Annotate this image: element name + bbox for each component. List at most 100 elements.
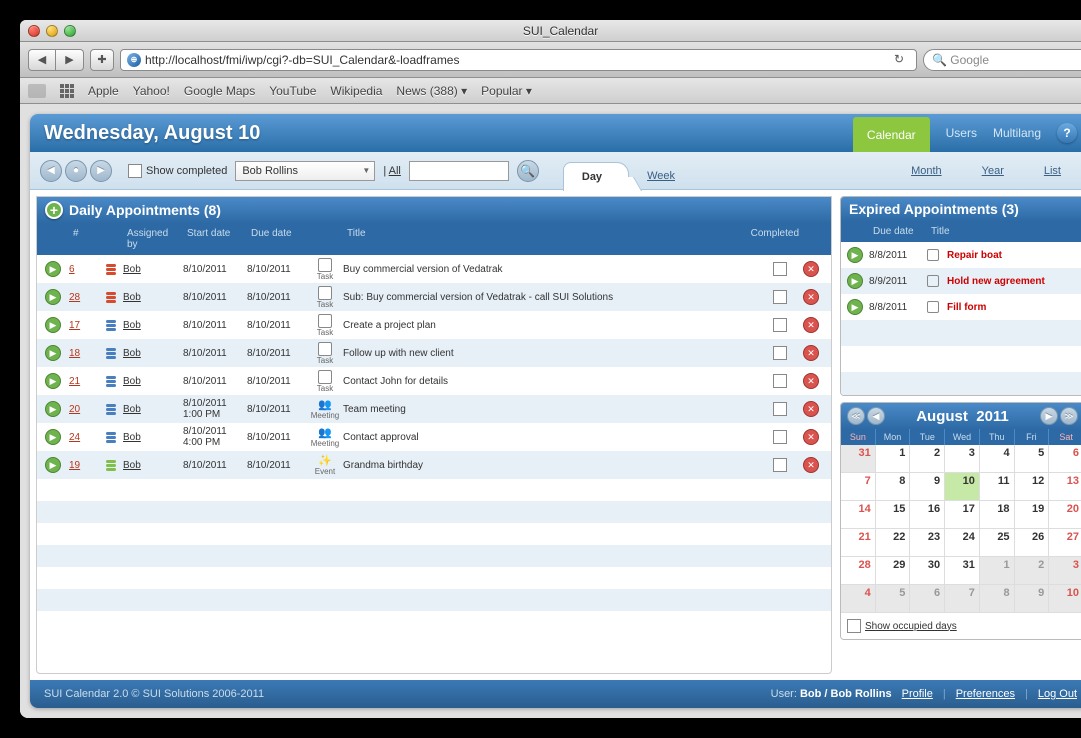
- profile-link[interactable]: Profile: [902, 688, 933, 700]
- cal-cell[interactable]: 1: [980, 557, 1015, 585]
- show-completed[interactable]: Show completed: [128, 164, 227, 178]
- tab-week[interactable]: Week: [629, 162, 701, 190]
- cal-cell[interactable]: 14: [841, 501, 876, 529]
- cal-next-year[interactable]: ≫: [1060, 407, 1078, 425]
- completed-checkbox[interactable]: [773, 290, 787, 304]
- logout-link[interactable]: Log Out: [1038, 688, 1077, 700]
- cal-cell[interactable]: 8: [876, 473, 911, 501]
- delete-button[interactable]: ✕: [803, 457, 819, 473]
- cal-cell[interactable]: 12: [1015, 473, 1050, 501]
- cal-cell[interactable]: 5: [1015, 445, 1050, 473]
- today-button[interactable]: ●: [65, 160, 87, 182]
- cal-cell[interactable]: 28: [841, 557, 876, 585]
- cal-cell[interactable]: 4: [980, 445, 1015, 473]
- cal-cell[interactable]: 7: [945, 585, 980, 613]
- book-icon[interactable]: [28, 84, 46, 98]
- all-link[interactable]: All: [389, 165, 401, 177]
- delete-button[interactable]: ✕: [803, 261, 819, 277]
- cal-cell[interactable]: 3: [945, 445, 980, 473]
- delete-button[interactable]: ✕: [803, 429, 819, 445]
- cal-cell[interactable]: 18: [980, 501, 1015, 529]
- open-row-button[interactable]: ▶: [45, 401, 61, 417]
- open-row-button[interactable]: ▶: [45, 457, 61, 473]
- open-row-button[interactable]: ▶: [45, 373, 61, 389]
- open-row-button[interactable]: ▶: [45, 345, 61, 361]
- preferences-link[interactable]: Preferences: [956, 688, 1015, 700]
- search-button[interactable]: 🔍: [517, 160, 539, 182]
- add-appointment-button[interactable]: +: [45, 201, 63, 219]
- bookmark-item[interactable]: News (388) ▾: [396, 84, 467, 98]
- nav-multilang[interactable]: Multilang: [993, 126, 1041, 140]
- assigned-by[interactable]: Bob: [123, 460, 183, 471]
- open-row-button[interactable]: ▶: [45, 317, 61, 333]
- cal-cell[interactable]: 10: [1049, 585, 1081, 613]
- assigned-by[interactable]: Bob: [123, 348, 183, 359]
- bookmark-item[interactable]: Apple: [88, 84, 119, 98]
- open-row-button[interactable]: ▶: [45, 261, 61, 277]
- completed-checkbox[interactable]: [773, 402, 787, 416]
- back-button[interactable]: ◀: [28, 49, 56, 71]
- cal-cell[interactable]: 3: [1049, 557, 1081, 585]
- cal-cell[interactable]: 22: [876, 529, 911, 557]
- cal-cell[interactable]: 29: [876, 557, 911, 585]
- cal-cell[interactable]: 11: [980, 473, 1015, 501]
- cal-cell[interactable]: 16: [910, 501, 945, 529]
- cal-cell[interactable]: 8: [980, 585, 1015, 613]
- open-row-button[interactable]: ▶: [45, 289, 61, 305]
- cal-cell[interactable]: 1: [876, 445, 911, 473]
- cal-cell[interactable]: 25: [980, 529, 1015, 557]
- cal-cell[interactable]: 21: [841, 529, 876, 557]
- bookmark-item[interactable]: Wikipedia: [330, 84, 382, 98]
- cal-cell[interactable]: 26: [1015, 529, 1050, 557]
- row-number[interactable]: 21: [69, 376, 99, 387]
- reload-icon[interactable]: ↻: [894, 52, 910, 68]
- cal-cell[interactable]: 27: [1049, 529, 1081, 557]
- cal-cell[interactable]: 31: [841, 445, 876, 473]
- delete-button[interactable]: ✕: [803, 289, 819, 305]
- tab-list[interactable]: List: [1044, 157, 1061, 185]
- completed-checkbox[interactable]: [773, 346, 787, 360]
- bookmark-item[interactable]: Popular ▾: [481, 84, 532, 98]
- checkbox-icon[interactable]: [128, 164, 142, 178]
- cal-cell[interactable]: 7: [841, 473, 876, 501]
- tab-day[interactable]: Day: [563, 162, 629, 191]
- cal-cell[interactable]: 2: [910, 445, 945, 473]
- cal-cell[interactable]: 4: [841, 585, 876, 613]
- bookmark-item[interactable]: Yahoo!: [133, 84, 170, 98]
- add-bookmark-button[interactable]: ✚: [90, 49, 114, 71]
- completed-checkbox[interactable]: [773, 458, 787, 472]
- delete-button[interactable]: ✕: [803, 317, 819, 333]
- cal-cell[interactable]: 10: [945, 473, 980, 501]
- assigned-by[interactable]: Bob: [123, 320, 183, 331]
- open-row-button[interactable]: ▶: [847, 247, 863, 263]
- help-button[interactable]: ?: [1057, 123, 1077, 143]
- tab-year[interactable]: Year: [982, 157, 1004, 185]
- row-number[interactable]: 19: [69, 460, 99, 471]
- delete-button[interactable]: ✕: [803, 345, 819, 361]
- nav-users[interactable]: Users: [946, 126, 977, 140]
- browser-search[interactable]: 🔍 Google: [923, 49, 1081, 71]
- cal-cell[interactable]: 13: [1049, 473, 1081, 501]
- prev-button[interactable]: ◀: [40, 160, 62, 182]
- show-occupied-link[interactable]: Show occupied days: [865, 621, 957, 632]
- row-number[interactable]: 6: [69, 264, 99, 275]
- tab-month[interactable]: Month: [911, 157, 942, 185]
- row-number[interactable]: 24: [69, 432, 99, 443]
- assigned-by[interactable]: Bob: [123, 264, 183, 275]
- delete-button[interactable]: ✕: [803, 373, 819, 389]
- cal-cell[interactable]: 5: [876, 585, 911, 613]
- cal-cell[interactable]: 30: [910, 557, 945, 585]
- cal-cell[interactable]: 6: [910, 585, 945, 613]
- completed-checkbox[interactable]: [773, 262, 787, 276]
- forward-button[interactable]: ▶: [56, 49, 84, 71]
- completed-checkbox[interactable]: [773, 318, 787, 332]
- cal-prev-year[interactable]: ≪: [847, 407, 865, 425]
- cal-cell[interactable]: 31: [945, 557, 980, 585]
- cal-cell[interactable]: 2: [1015, 557, 1050, 585]
- assignee-select[interactable]: Bob Rollins: [235, 161, 375, 181]
- next-button[interactable]: ▶: [90, 160, 112, 182]
- cal-cell[interactable]: 15: [876, 501, 911, 529]
- cal-prev-month[interactable]: ◀: [867, 407, 885, 425]
- cal-cell[interactable]: 6: [1049, 445, 1081, 473]
- search-input[interactable]: [409, 161, 509, 181]
